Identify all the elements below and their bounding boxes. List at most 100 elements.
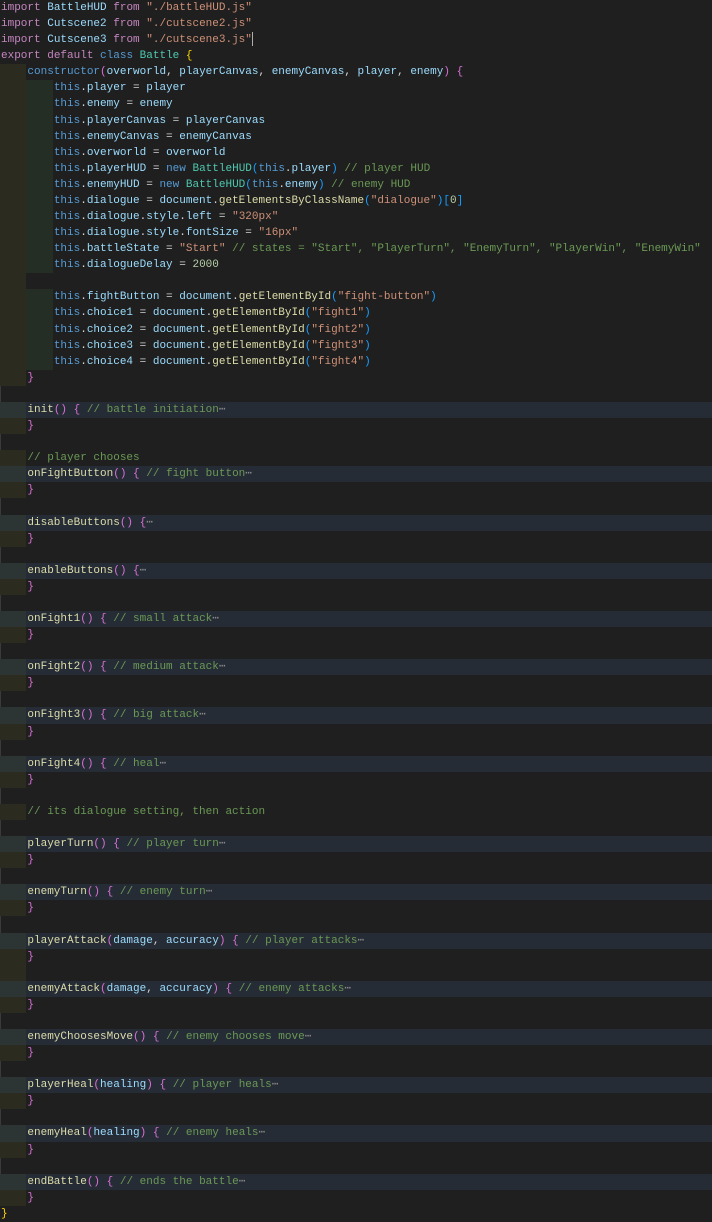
fold-ellipsis-icon[interactable]: ⋯ [305,1031,312,1043]
code-line[interactable]: } [0,369,712,386]
fold-ellipsis-icon[interactable]: ⋯ [259,1127,266,1139]
code-line[interactable]: this.choice2 = document.getElementById("… [0,321,712,338]
folded-code-line[interactable]: onFightButton() { // fight button⋯ [0,466,712,483]
folded-code-line[interactable]: onFight2() { // medium attack⋯ [0,659,712,676]
code-line[interactable]: } [0,482,712,499]
folded-code-line[interactable]: enemyAttack(damage, accuracy) { // enemy… [0,980,712,997]
code-line[interactable]: this.player = player [0,80,712,97]
fold-ellipsis-icon[interactable]: ⋯ [358,935,365,947]
code-line[interactable] [0,788,712,804]
code-line[interactable]: this.playerHUD = new BattleHUD(this.play… [0,160,712,177]
code-line[interactable]: } [0,1141,712,1158]
code-line[interactable]: } [0,1045,712,1062]
code-line[interactable]: this.choice1 = document.getElementById("… [0,305,712,322]
folded-code-line[interactable]: playerTurn() { // player turn⋯ [0,836,712,853]
code-line[interactable]: constructor(overworld, playerCanvas, ene… [0,64,712,81]
code-line[interactable]: this.overworld = overworld [0,144,712,161]
code-line[interactable]: } [0,418,712,435]
folded-code-line[interactable]: endBattle() { // ends the battle⋯ [0,1173,712,1190]
code-text: } [1,1206,8,1222]
code-line[interactable] [0,643,712,659]
code-line[interactable] [0,595,712,611]
code-line[interactable]: } [0,900,712,917]
code-line[interactable] [0,273,712,290]
code-line[interactable]: import Cutscene2 from "./cutscene2.js" [0,16,712,32]
code-line[interactable] [0,820,712,836]
code-line[interactable]: this.dialogue = document.getElementsByCl… [0,192,712,210]
code-line[interactable]: import Cutscene3 from "./cutscene3.js" [0,32,712,48]
folded-code-line[interactable]: enemyChoosesMove() { // enemy chooses mo… [0,1029,712,1046]
fold-ellipsis-icon[interactable]: ⋯ [239,1176,246,1188]
code-line[interactable]: } [0,723,712,740]
folded-code-line[interactable]: onFight4() { // heal⋯ [0,755,712,772]
token: enemyAttack [27,982,101,995]
code-line[interactable]: // its dialogue setting, then action [0,803,712,820]
code-line[interactable]: } [0,1189,712,1206]
code-line[interactable]: this.enemyCanvas = enemyCanvas [0,128,712,145]
fold-ellipsis-icon[interactable]: ⋯ [344,983,351,995]
code-line[interactable] [0,547,712,563]
code-line[interactable]: import BattleHUD from "./battleHUD.js" [0,0,712,16]
code-line[interactable] [0,1109,712,1125]
fold-ellipsis-icon[interactable]: ⋯ [219,838,226,850]
fold-ellipsis-icon[interactable]: ⋯ [199,709,206,721]
code-line[interactable]: } [0,627,712,644]
code-line[interactable]: this.dialogue.style.left = "320px" [0,209,712,226]
code-line[interactable]: this.battleState = "Start" // states = "… [0,241,712,258]
token: = [159,243,180,256]
fold-ellipsis-icon[interactable]: ⋯ [146,517,153,529]
code-line[interactable] [0,740,712,756]
fold-ellipsis-icon[interactable]: ⋯ [206,886,213,898]
folded-code-line[interactable]: playerHeal(healing) { // player heals⋯ [0,1077,712,1094]
folded-code-line[interactable]: enemyHeal(healing) { // enemy heals⋯ [0,1125,712,1142]
code-line[interactable]: } [0,948,712,965]
fold-ellipsis-icon[interactable]: ⋯ [212,613,219,625]
code-line[interactable]: this.choice3 = document.getElementById("… [0,337,712,354]
code-line[interactable] [0,498,712,514]
token: () [80,612,94,625]
folded-code-line[interactable]: enableButtons() {⋯ [0,562,712,579]
token: = [126,82,147,95]
code-line[interactable]: // player chooses [0,450,712,467]
code-line[interactable] [0,1061,712,1077]
code-line[interactable]: } [0,1206,712,1222]
code-line[interactable]: this.playerCanvas = playerCanvas [0,112,712,129]
code-line[interactable]: this.fightButton = document.getElementBy… [0,289,712,306]
code-line[interactable]: } [0,996,712,1013]
code-line[interactable] [0,691,712,707]
folded-code-line[interactable]: disableButtons() {⋯ [0,514,712,531]
token: = [166,114,186,127]
fold-ellipsis-icon[interactable]: ⋯ [245,468,252,480]
code-editor[interactable]: import BattleHUD from "./battleHUD.js" im… [0,0,712,1222]
folded-code-line[interactable]: onFight3() { // big attack⋯ [0,707,712,724]
code-line[interactable]: } [0,771,712,788]
folded-code-line[interactable]: init() { // battle initiation⋯ [0,401,712,419]
code-line[interactable]: } [0,675,712,692]
fold-ellipsis-icon[interactable]: ⋯ [219,404,226,416]
code-line[interactable]: } [0,1093,712,1110]
code-line[interactable]: export default class Battle { [0,48,712,64]
code-line[interactable] [0,868,712,884]
code-line[interactable] [0,434,712,450]
code-line[interactable] [0,916,712,932]
code-line[interactable]: this.enemy = enemy [0,96,712,113]
code-line[interactable]: this.enemyHUD = new BattleHUD(this.enemy… [0,176,712,193]
folded-code-line[interactable]: onFight1() { // small attack⋯ [0,610,712,628]
code-line[interactable]: this.choice4 = document.getElementById("… [0,353,712,370]
code-line[interactable] [0,1013,712,1029]
code-line[interactable]: } [0,530,712,547]
code-line[interactable]: } [0,578,712,595]
folded-code-line[interactable]: enemyTurn() { // enemy turn⋯ [0,884,712,901]
fold-ellipsis-icon[interactable]: ⋯ [159,758,166,770]
code-line[interactable]: } [0,852,712,869]
folded-code-line[interactable]: playerAttack(damage, accuracy) { // play… [0,932,712,949]
fold-ellipsis-icon[interactable]: ⋯ [140,565,147,577]
fold-ellipsis-icon[interactable]: ⋯ [219,661,226,673]
code-line[interactable] [0,386,712,402]
code-line[interactable]: this.dialogue.style.fontSize = "16px" [0,225,712,242]
code-line[interactable] [0,1158,712,1174]
code-line[interactable] [0,964,712,981]
fold-ellipsis-icon[interactable]: ⋯ [272,1079,279,1091]
code-line[interactable]: this.dialogueDelay = 2000 [0,257,712,274]
